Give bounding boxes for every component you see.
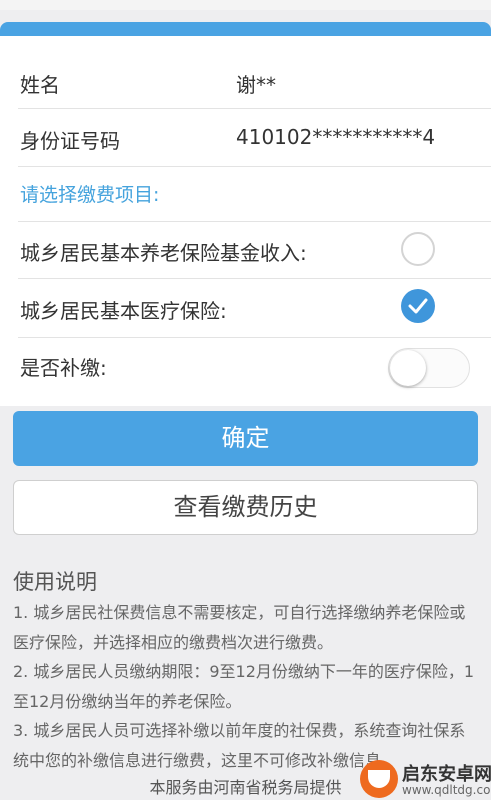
id-row: 身份证号码 410102***********4 xyxy=(0,116,491,164)
divider xyxy=(18,337,491,338)
watermark: 启东安卓网 www.qdltdg.com xyxy=(358,758,491,800)
divider xyxy=(18,278,491,279)
checkmark-icon xyxy=(408,298,428,314)
usage-item: 1. 城乡居民社保费信息不需要核定，可自行选择缴纳养老保险或医疗保险，并选择相应… xyxy=(13,603,466,652)
confirm-button[interactable]: 确定 xyxy=(13,411,478,466)
pension-option-label: 城乡居民基本养老保险基金收入: xyxy=(20,241,307,265)
usage-item: 2. 城乡居民人员缴纳期限：9至12月份缴纳下一年的医疗保险，1至12月份缴纳当… xyxy=(13,662,475,711)
name-row: 姓名 谢** xyxy=(0,60,491,108)
section-title: 请选择缴费项目: xyxy=(20,184,160,206)
top-strip xyxy=(0,0,491,10)
payment-history-button[interactable]: 查看缴费历史 xyxy=(13,480,478,535)
divider xyxy=(18,166,491,167)
makeup-toggle[interactable] xyxy=(388,348,470,388)
medical-radio-checked[interactable] xyxy=(401,289,435,323)
makeup-label: 是否补缴: xyxy=(20,356,107,380)
medical-option-label: 城乡居民基本医疗保险: xyxy=(20,299,227,323)
name-label: 姓名 xyxy=(20,73,60,97)
id-value: 410102***********4 xyxy=(236,125,436,149)
divider xyxy=(18,108,491,109)
id-label: 身份证号码 xyxy=(20,129,120,153)
usage-instructions: 1. 城乡居民社保费信息不需要核定，可自行选择缴纳养老保险或医疗保险，并选择相应… xyxy=(13,598,481,776)
toggle-knob xyxy=(390,350,426,386)
watermark-logo-icon xyxy=(360,760,398,798)
watermark-url: www.qdltdg.com xyxy=(402,783,491,797)
name-value: 谢** xyxy=(236,73,276,97)
pension-radio[interactable] xyxy=(401,232,435,266)
usage-title: 使用说明 xyxy=(13,570,97,594)
header-accent-bar xyxy=(0,22,491,36)
